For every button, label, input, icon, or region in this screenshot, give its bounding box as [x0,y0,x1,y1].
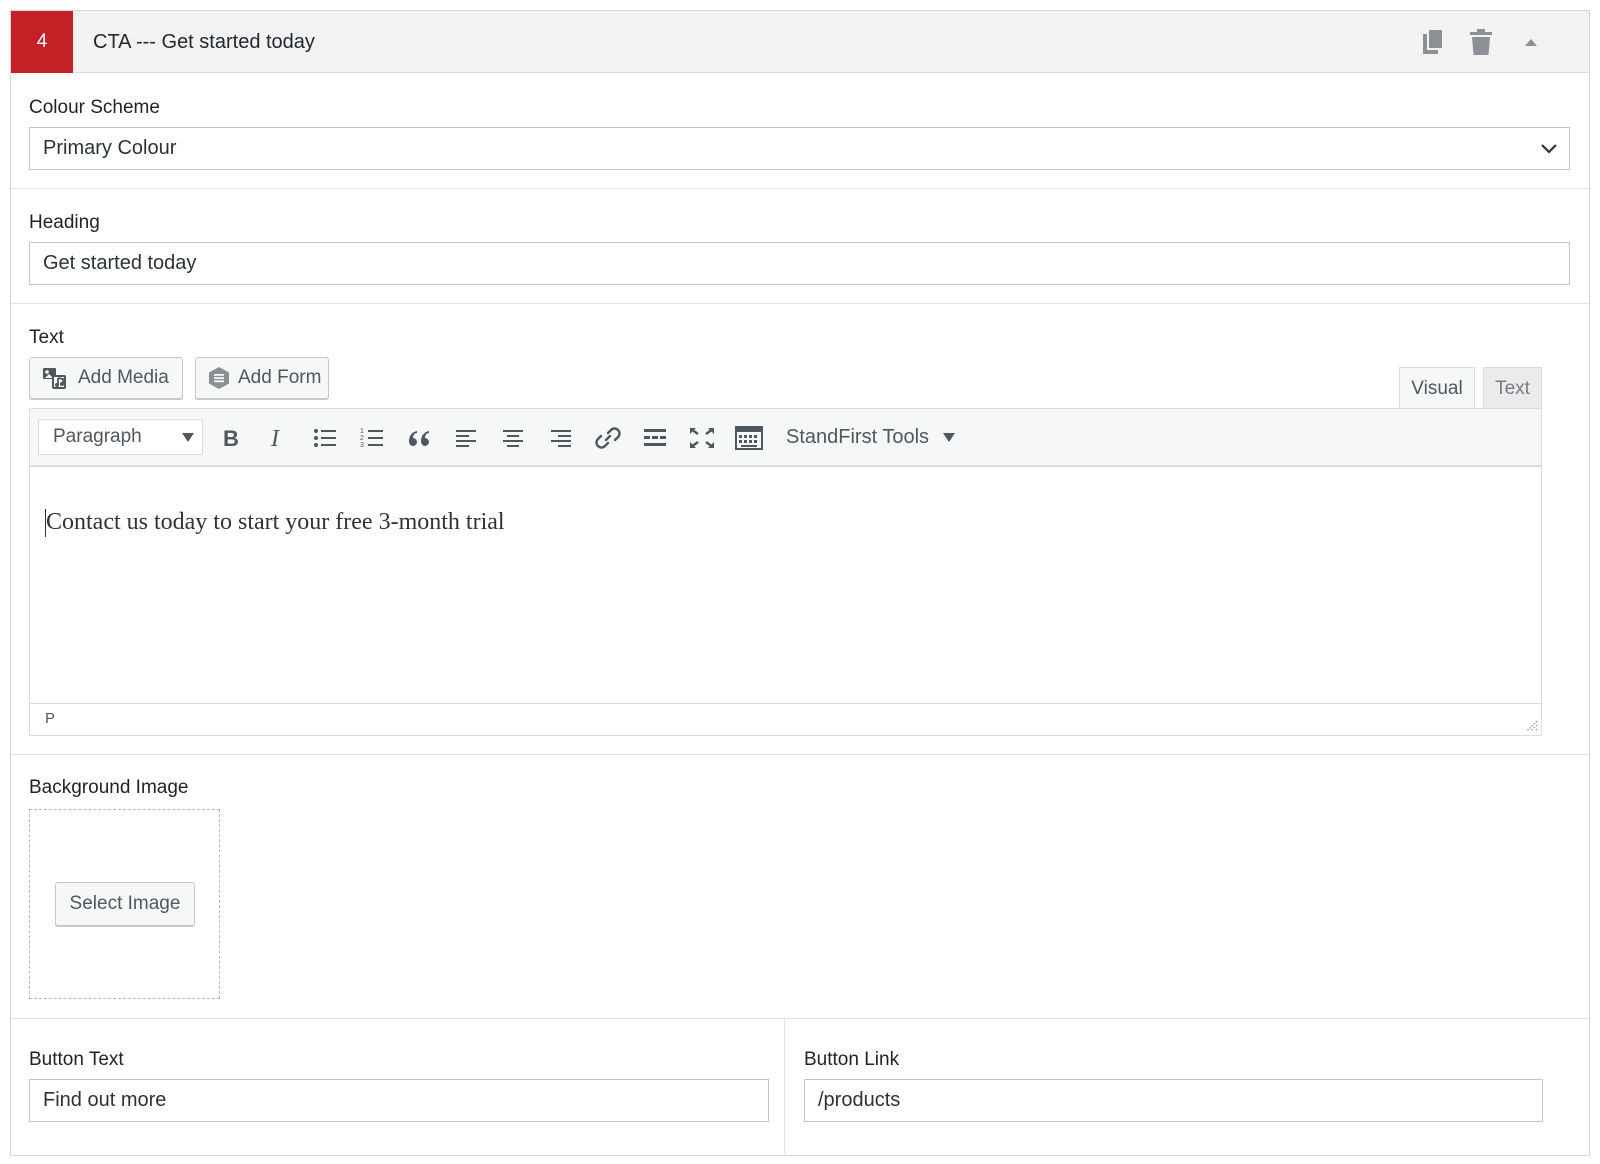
colour-scheme-select[interactable]: Primary Colour [29,127,1570,170]
media-icon [42,365,68,391]
layout-order-badge: 4 [11,11,73,73]
standfirst-tools-label: StandFirst Tools [786,426,930,448]
button-text-label: Button Text [29,1049,124,1070]
standfirst-tools-menu[interactable]: StandFirst Tools [786,419,955,455]
background-image-label: Background Image [29,777,189,798]
layout-header[interactable]: 4 CTA --- Get started today [11,11,1589,73]
resize-handle-icon[interactable] [1524,718,1538,732]
bold-icon[interactable]: B [216,423,246,453]
heading-field: Heading Get started today [11,189,1589,304]
duplicate-icon[interactable] [1417,26,1449,58]
layout-title: CTA --- Get started today [93,31,315,53]
editor-status-bar: P [30,703,1541,735]
align-center-icon[interactable] [498,423,528,453]
column-divider [784,1019,785,1156]
svg-text:3: 3 [360,442,364,449]
link-icon[interactable] [593,423,623,453]
read-more-icon[interactable] [640,423,670,453]
align-left-icon[interactable] [451,423,481,453]
caret-down-icon [182,433,194,442]
heading-label: Heading [29,212,100,233]
blockquote-icon[interactable] [404,423,434,453]
add-form-label: Add Form [238,367,322,388]
svg-text:1: 1 [360,428,364,435]
heading-input[interactable]: Get started today [29,242,1570,285]
tab-text[interactable]: Text [1483,367,1542,409]
bullet-list-icon[interactable] [310,423,340,453]
svg-text:2: 2 [360,435,364,442]
numbered-list-icon[interactable]: 1 2 3 [357,423,387,453]
form-icon [208,365,230,391]
italic-icon[interactable]: I [262,423,292,453]
svg-text:I: I [270,427,280,449]
colour-scheme-field: Colour Scheme Primary Colour [11,74,1589,189]
caret-down-icon [942,433,955,443]
button-link-label: Button Link [804,1049,900,1070]
add-media-label: Add Media [78,367,169,388]
editor-toolbar: Paragraph B I 1 2 3 StandFirst Tools [30,409,1541,467]
toolbar-toggle-icon[interactable] [734,423,764,453]
format-select-value: Paragraph [53,426,142,447]
colour-scheme-label: Colour Scheme [29,97,160,118]
colour-scheme-value: Primary Colour [43,137,177,159]
editor-content-area[interactable]: Contact us today to start your free 3-mo… [30,467,1541,703]
tab-visual[interactable]: Visual [1399,367,1475,410]
format-select[interactable]: Paragraph [38,419,203,455]
select-image-button[interactable]: Select Image [55,882,195,926]
chevron-down-icon [1541,144,1557,154]
button-text-input[interactable]: Find out more [29,1079,769,1122]
image-dropzone[interactable]: Select Image [29,809,220,999]
fullscreen-icon[interactable] [687,423,717,453]
flexible-layout-block: 4 CTA --- Get started today Colour Schem… [10,10,1590,1156]
button-link-input[interactable]: /products [804,1079,1543,1122]
add-form-button[interactable]: Add Form [195,357,329,399]
collapse-arrow-icon[interactable] [1515,26,1547,58]
svg-text:B: B [223,427,239,449]
wysiwyg-editor: Paragraph B I 1 2 3 StandFirst Tools Con… [29,408,1542,736]
text-label: Text [29,327,64,348]
button-fields-row: Button Text Find out more Button Link /p… [11,1019,1589,1156]
add-media-button[interactable]: Add Media [29,357,183,399]
trash-icon[interactable] [1465,26,1497,58]
background-image-field: Background Image [11,755,1589,1019]
align-right-icon[interactable] [546,423,576,453]
editor-content-text: Contact us today to start your free 3-mo… [46,509,505,535]
element-path[interactable]: P [45,710,55,727]
